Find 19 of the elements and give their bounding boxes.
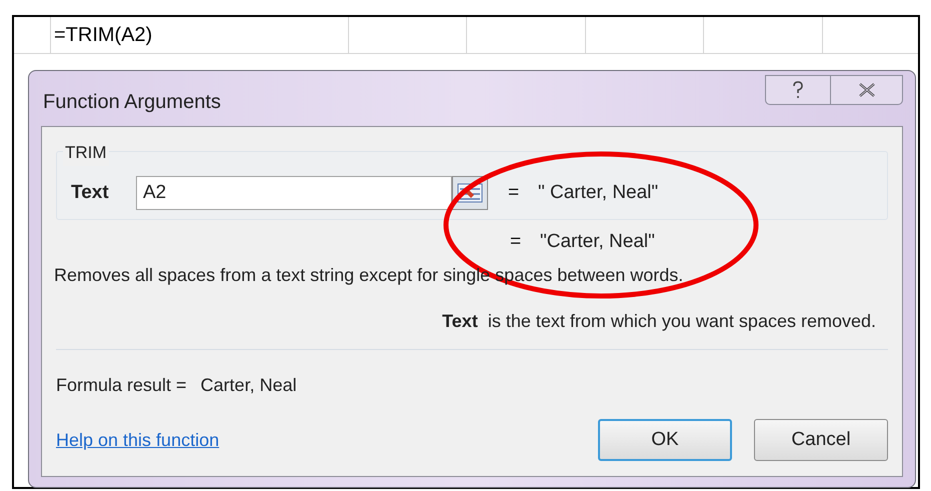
function-description: Removes all spaces from a text string except for single spaces between words. xyxy=(54,264,684,286)
argument-field[interactable]: A2 xyxy=(136,176,452,210)
help-button[interactable] xyxy=(765,75,831,105)
formula-result-label: Formula result = xyxy=(56,374,187,397)
close-button[interactable] xyxy=(831,75,903,105)
result-preview: "Carter, Neal" xyxy=(540,230,655,254)
argument-label: Text xyxy=(71,180,110,205)
dialog-title: Function Arguments xyxy=(43,90,221,115)
formula-cell-text: =TRIM(A2) xyxy=(54,23,152,48)
ok-button[interactable]: OK xyxy=(598,419,732,461)
cancel-button[interactable]: Cancel xyxy=(754,419,888,461)
formula-result-value: Carter, Neal xyxy=(200,374,297,397)
argument-help: Text is the text from which you want spaces removed. xyxy=(442,310,876,333)
question-mark-icon xyxy=(792,81,804,99)
argument-result: " Carter, Neal" xyxy=(538,180,658,205)
help-link[interactable]: Help on this function xyxy=(56,426,220,454)
close-icon xyxy=(858,83,876,97)
equals-sign: = xyxy=(508,180,520,205)
equals-sign: = xyxy=(510,230,522,254)
